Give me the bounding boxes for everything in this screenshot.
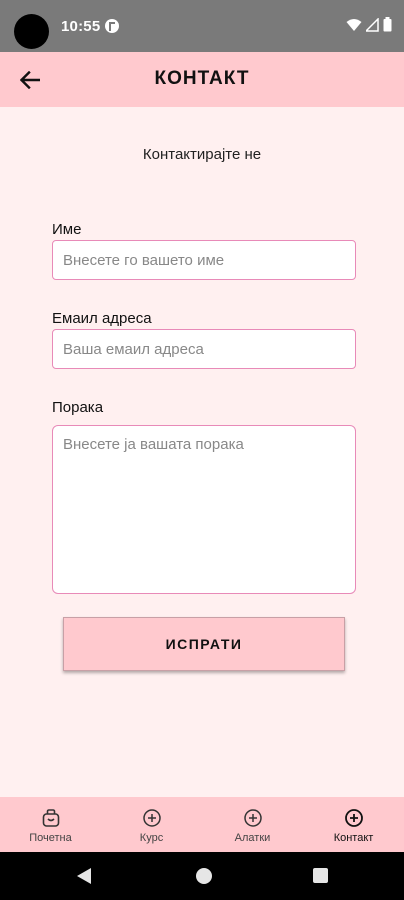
camera-cutout xyxy=(14,14,49,49)
nav-label-contact: Контакт xyxy=(333,832,374,844)
send-button[interactable]: ИСПРАТИ xyxy=(63,617,345,671)
nav-label-course: Курс xyxy=(139,832,164,844)
message-label: Порака xyxy=(52,399,104,416)
system-recents-button[interactable] xyxy=(313,868,328,883)
status-bar: 10:55 xyxy=(0,0,404,52)
add-circle-icon xyxy=(142,809,161,827)
app-notification-icon xyxy=(105,19,119,33)
home-icon xyxy=(42,809,59,827)
nav-item-course[interactable]: Курс xyxy=(101,797,202,852)
nav-label-tools: Алатки xyxy=(234,832,271,844)
message-textarea[interactable] xyxy=(52,425,356,594)
battery-icon xyxy=(383,17,392,32)
add-circle-icon xyxy=(344,809,363,827)
system-home-button[interactable] xyxy=(196,868,212,884)
wifi-icon xyxy=(346,18,362,31)
email-label: Емаил адреса xyxy=(52,310,152,327)
status-icons xyxy=(346,17,392,32)
nav-item-tools[interactable]: Алатки xyxy=(202,797,303,852)
app-bar: КОНТАКТ xyxy=(0,52,404,107)
cell-signal-icon xyxy=(366,17,379,32)
system-nav-bar xyxy=(0,852,404,900)
bottom-nav: Почетна Курс Алатки Контакт xyxy=(0,797,404,852)
status-time: 10:55 xyxy=(61,18,101,35)
nav-item-home[interactable]: Почетна xyxy=(0,797,101,852)
name-label: Име xyxy=(52,221,82,238)
system-back-icon[interactable] xyxy=(76,867,92,885)
name-input[interactable] xyxy=(52,240,356,280)
nav-label-home: Почетна xyxy=(29,832,72,844)
contact-subtitle: Контактирајте не xyxy=(142,146,262,163)
add-circle-icon xyxy=(243,809,262,827)
nav-item-contact[interactable]: Контакт xyxy=(303,797,404,852)
page-title: КОНТАКТ xyxy=(154,68,250,89)
email-input[interactable] xyxy=(52,329,356,369)
